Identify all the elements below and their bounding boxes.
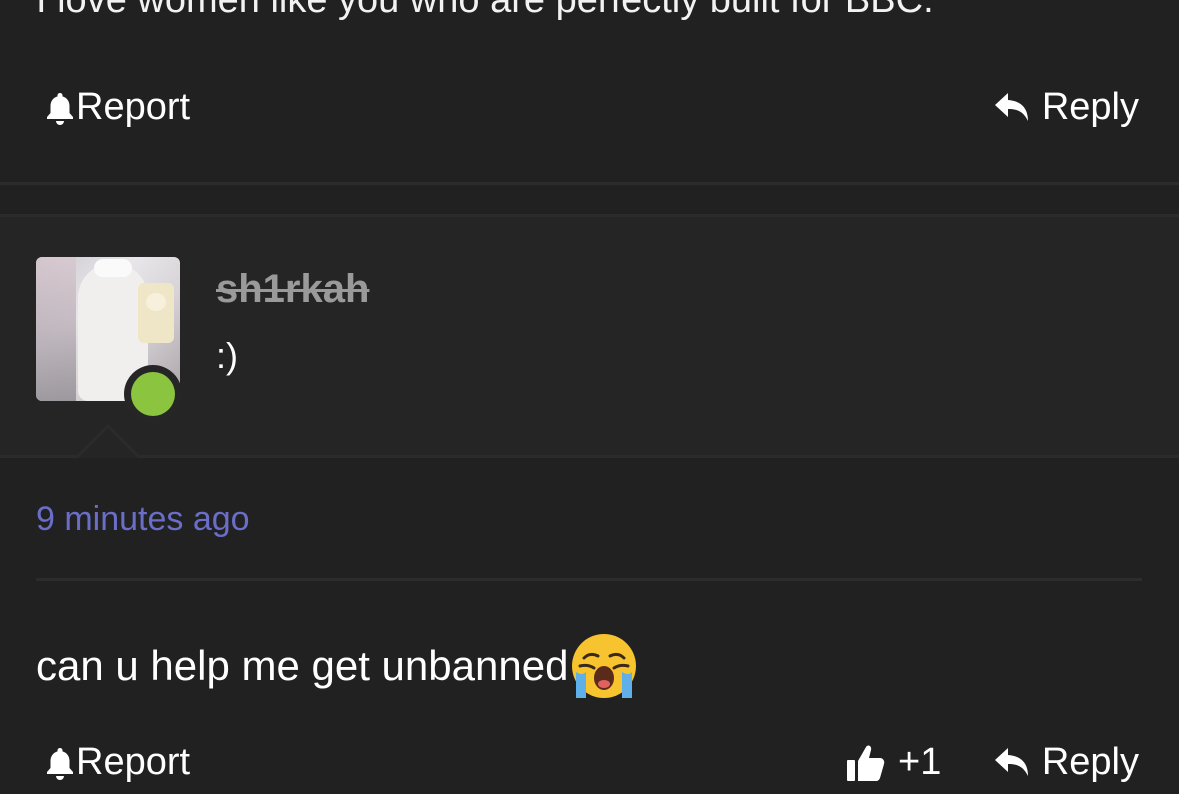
reply-label: Reply bbox=[1041, 741, 1139, 783]
thumbs-up-icon bbox=[847, 745, 885, 781]
comment-text: can u help me get unbanned bbox=[36, 632, 638, 700]
username[interactable]: sh1rkah bbox=[216, 267, 369, 312]
like-count: +1 bbox=[898, 741, 942, 783]
reply-arrow-icon bbox=[994, 747, 1028, 776]
comment-thread: I love women like you who are perfectly … bbox=[0, 0, 1179, 794]
divider bbox=[0, 182, 1179, 185]
report-label: Report bbox=[76, 86, 191, 128]
report-button[interactable]: Report bbox=[44, 86, 190, 129]
profile-card: sh1rkah :) bbox=[0, 214, 1179, 458]
comment-timestamp[interactable]: 9 minutes ago bbox=[36, 500, 250, 539]
reply-label: Reply bbox=[1041, 86, 1139, 128]
previous-comment-text: I love women like you who are perfectly … bbox=[36, 0, 934, 21]
loudly-crying-face-icon bbox=[572, 634, 637, 698]
report-label: Report bbox=[76, 741, 191, 783]
online-status-indicator bbox=[124, 365, 182, 423]
report-button[interactable]: Report bbox=[44, 741, 190, 784]
profile-bio: :) bbox=[216, 335, 238, 376]
reply-button[interactable]: Reply bbox=[994, 86, 1139, 129]
divider bbox=[36, 578, 1142, 581]
comment-body: can u help me get unbanned bbox=[36, 642, 569, 689]
like-button[interactable]: +1 bbox=[846, 741, 941, 784]
reply-button[interactable]: Reply bbox=[994, 741, 1139, 784]
bell-icon bbox=[47, 92, 73, 125]
bell-icon bbox=[47, 747, 73, 780]
reply-arrow-icon bbox=[994, 92, 1028, 121]
